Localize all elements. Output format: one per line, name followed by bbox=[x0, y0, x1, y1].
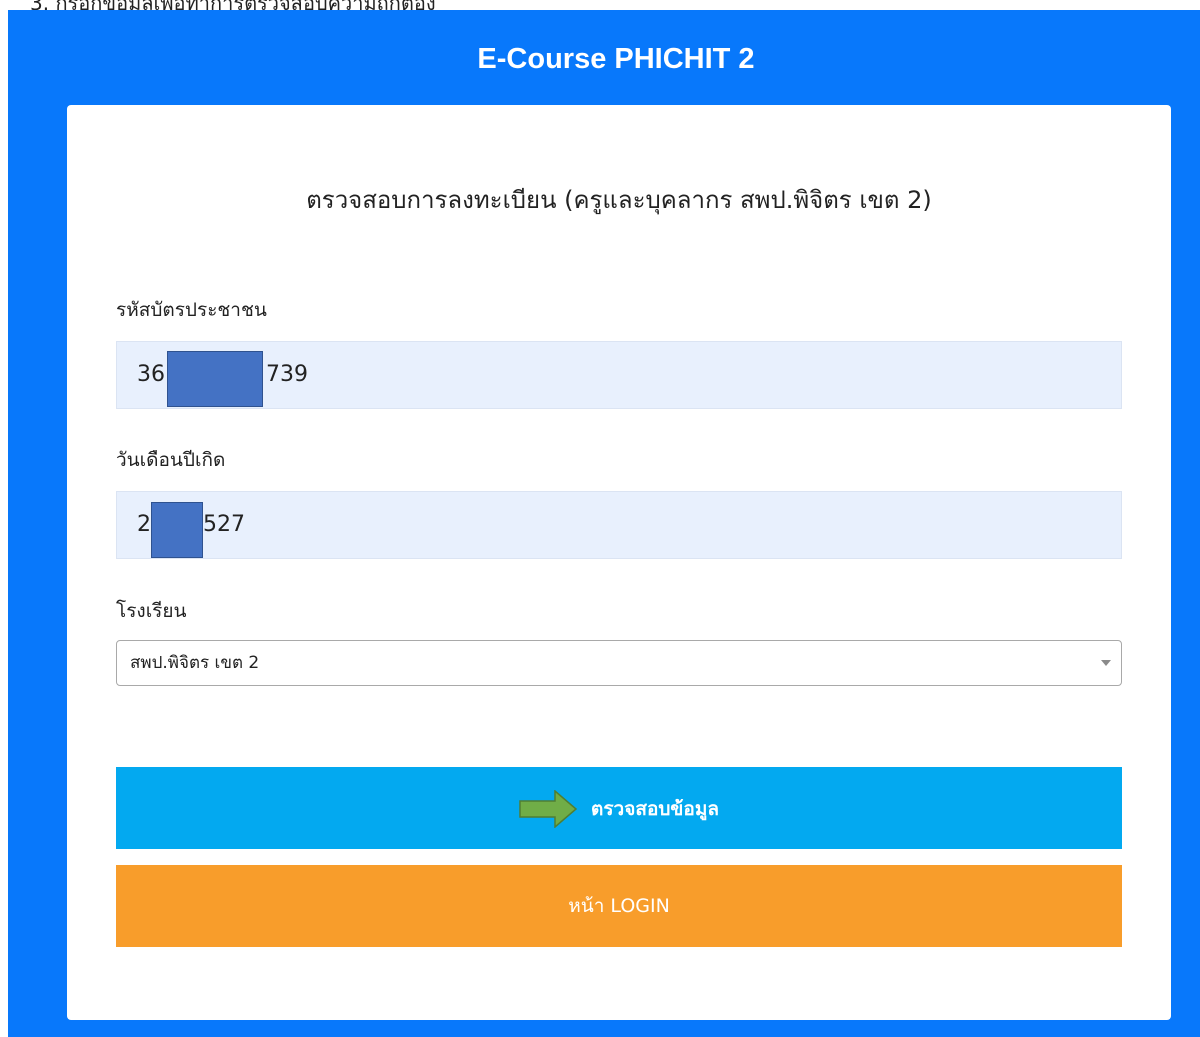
birthdate-input[interactable]: 2 527 bbox=[116, 491, 1122, 559]
birthdate-label: วันเดือนปีเกิด bbox=[116, 449, 226, 471]
id-card-input[interactable]: 36 739 bbox=[116, 341, 1122, 409]
redaction-box bbox=[167, 351, 263, 407]
id-card-value-suffix: 739 bbox=[266, 362, 308, 387]
login-page-button[interactable]: หน้า LOGIN bbox=[116, 865, 1122, 947]
chevron-down-icon bbox=[1101, 660, 1111, 666]
green-arrow-right-icon bbox=[519, 789, 577, 828]
site-title: E-Course PHICHIT 2 bbox=[477, 43, 755, 75]
redaction-box bbox=[151, 502, 203, 558]
check-data-button[interactable]: ตรวจสอบข้อมูล bbox=[116, 767, 1122, 849]
id-card-value-prefix: 36 bbox=[137, 362, 165, 387]
check-data-label: ตรวจสอบข้อมูล bbox=[591, 797, 719, 820]
birthdate-value-suffix: 527 bbox=[203, 512, 245, 537]
page-background: E-Course PHICHIT 2 ตรวจสอบการลงทะเบียน (… bbox=[8, 10, 1200, 1037]
school-label: โรงเรียน bbox=[116, 600, 187, 622]
birthdate-value-prefix: 2 bbox=[137, 512, 151, 537]
form-heading: ตรวจสอบการลงทะเบียน (ครูและบุคลากร สพป.พ… bbox=[306, 186, 932, 214]
school-select[interactable]: สพป.พิจิตร เขต 2 bbox=[116, 640, 1122, 686]
id-card-label: รหัสบัตรประชาชน bbox=[116, 299, 267, 321]
registration-check-card: ตรวจสอบการลงทะเบียน (ครูและบุคลากร สพป.พ… bbox=[67, 105, 1171, 1020]
login-page-label: หน้า LOGIN bbox=[568, 895, 670, 917]
school-selected-value: สพป.พิจิตร เขต 2 bbox=[130, 653, 260, 673]
